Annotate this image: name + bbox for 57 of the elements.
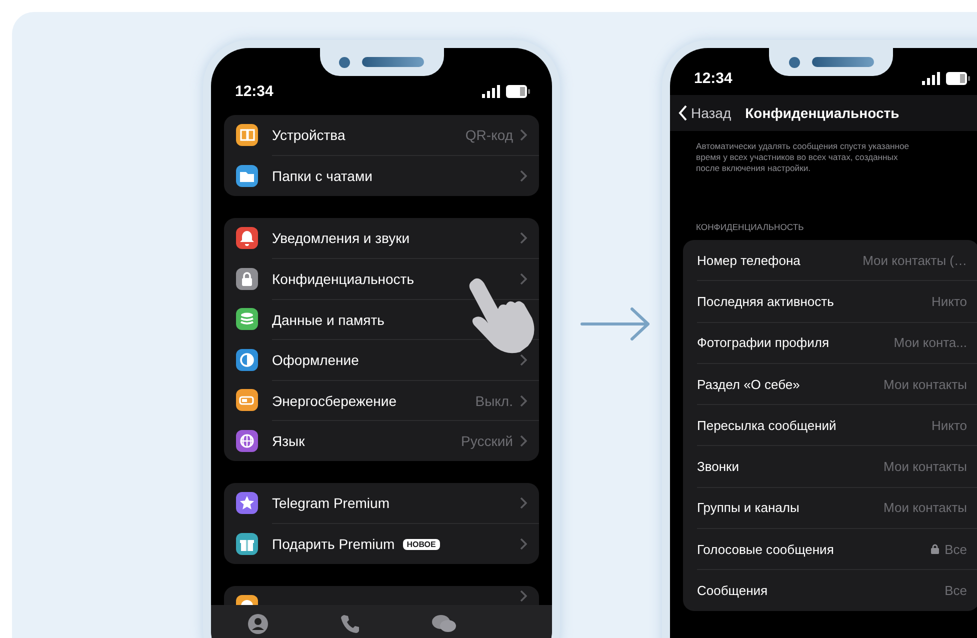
- signal-icon: [922, 72, 940, 85]
- battery-icon: [506, 85, 530, 98]
- chevron-icon: [519, 538, 527, 550]
- setting-label[interactable]: Звонки: [697, 459, 739, 474]
- chevron-icon: [519, 273, 527, 286]
- setting-label[interactable]: Последняя активность: [697, 294, 834, 309]
- setting-value: Никто: [931, 294, 967, 309]
- chevron-icon: [519, 129, 527, 142]
- description-text: Автоматически удалять сообщения спустя указанное время у всех участников во всех чатах, созданных после включения настройки.: [695, 140, 910, 174]
- chevron-icon: [519, 354, 527, 366]
- setting-value: Все: [944, 542, 967, 557]
- screen-title: Конфиденциальность: [745, 105, 900, 121]
- chevron-icon: [519, 232, 527, 244]
- status-time: 12:34: [694, 70, 732, 87]
- setting-label[interactable]: Данные и память: [272, 312, 384, 328]
- setting-label[interactable]: Язык: [272, 433, 305, 450]
- setting-label[interactable]: Подарить Premium: [272, 536, 395, 552]
- setting-value: Выкл.: [475, 392, 513, 409]
- chevron-icon: [519, 435, 527, 448]
- chevron-icon: [519, 170, 527, 182]
- setting-label[interactable]: Telegram Premium: [272, 495, 390, 512]
- section-header: КОНФИДЕНЦИАЛЬНОСТЬ: [695, 221, 805, 234]
- setting-value: Мои контакты (…: [862, 252, 967, 268]
- setting-label[interactable]: Энергосбережение: [272, 392, 397, 409]
- setting-value: Мои контакты: [884, 376, 967, 392]
- phone-icon[interactable]: [340, 613, 360, 633]
- setting-label[interactable]: Группы и каналы: [697, 500, 800, 516]
- back-button[interactable]: Назад: [678, 105, 732, 121]
- setting-label[interactable]: Оформление: [272, 352, 359, 368]
- battery-icon: [946, 72, 970, 85]
- setting-label[interactable]: Папки с чатами: [272, 168, 372, 184]
- setting-label[interactable]: Фотографии профиля: [697, 335, 829, 350]
- chevron-icon: [519, 394, 527, 407]
- signal-icon: [482, 85, 500, 98]
- setting-value: QR-код: [465, 127, 513, 144]
- setting-label[interactable]: Конфиденциальность: [272, 271, 414, 288]
- arrow-icon: [580, 307, 652, 341]
- setting-label[interactable]: Уведомления и звуки: [272, 230, 410, 246]
- setting-value: Никто: [931, 418, 967, 433]
- status-time: 12:34: [235, 83, 274, 100]
- person-icon[interactable]: [246, 613, 268, 635]
- setting-value: Мои конта...: [894, 335, 967, 350]
- new-badge: НОВОЕ: [402, 538, 440, 550]
- setting-value: Мои контакты: [884, 459, 967, 474]
- back-chevron-icon: [678, 105, 688, 121]
- setting-value: Русский: [461, 433, 513, 450]
- setting-label[interactable]: Пересылка сообщений: [697, 418, 836, 433]
- chevron-icon: [519, 590, 527, 602]
- chevron-icon: [519, 497, 527, 510]
- setting-value: Все: [944, 583, 967, 598]
- setting-label[interactable]: Раздел «О себе»: [697, 376, 800, 392]
- setting-value: Мои контакты: [884, 500, 967, 516]
- setting-label[interactable]: Сообщения: [697, 583, 768, 598]
- chat-icon[interactable]: [430, 613, 456, 635]
- setting-label[interactable]: Устройства: [272, 127, 346, 144]
- setting-label[interactable]: Голосовые сообщения: [697, 542, 834, 557]
- setting-label[interactable]: Номер телефона: [697, 252, 800, 268]
